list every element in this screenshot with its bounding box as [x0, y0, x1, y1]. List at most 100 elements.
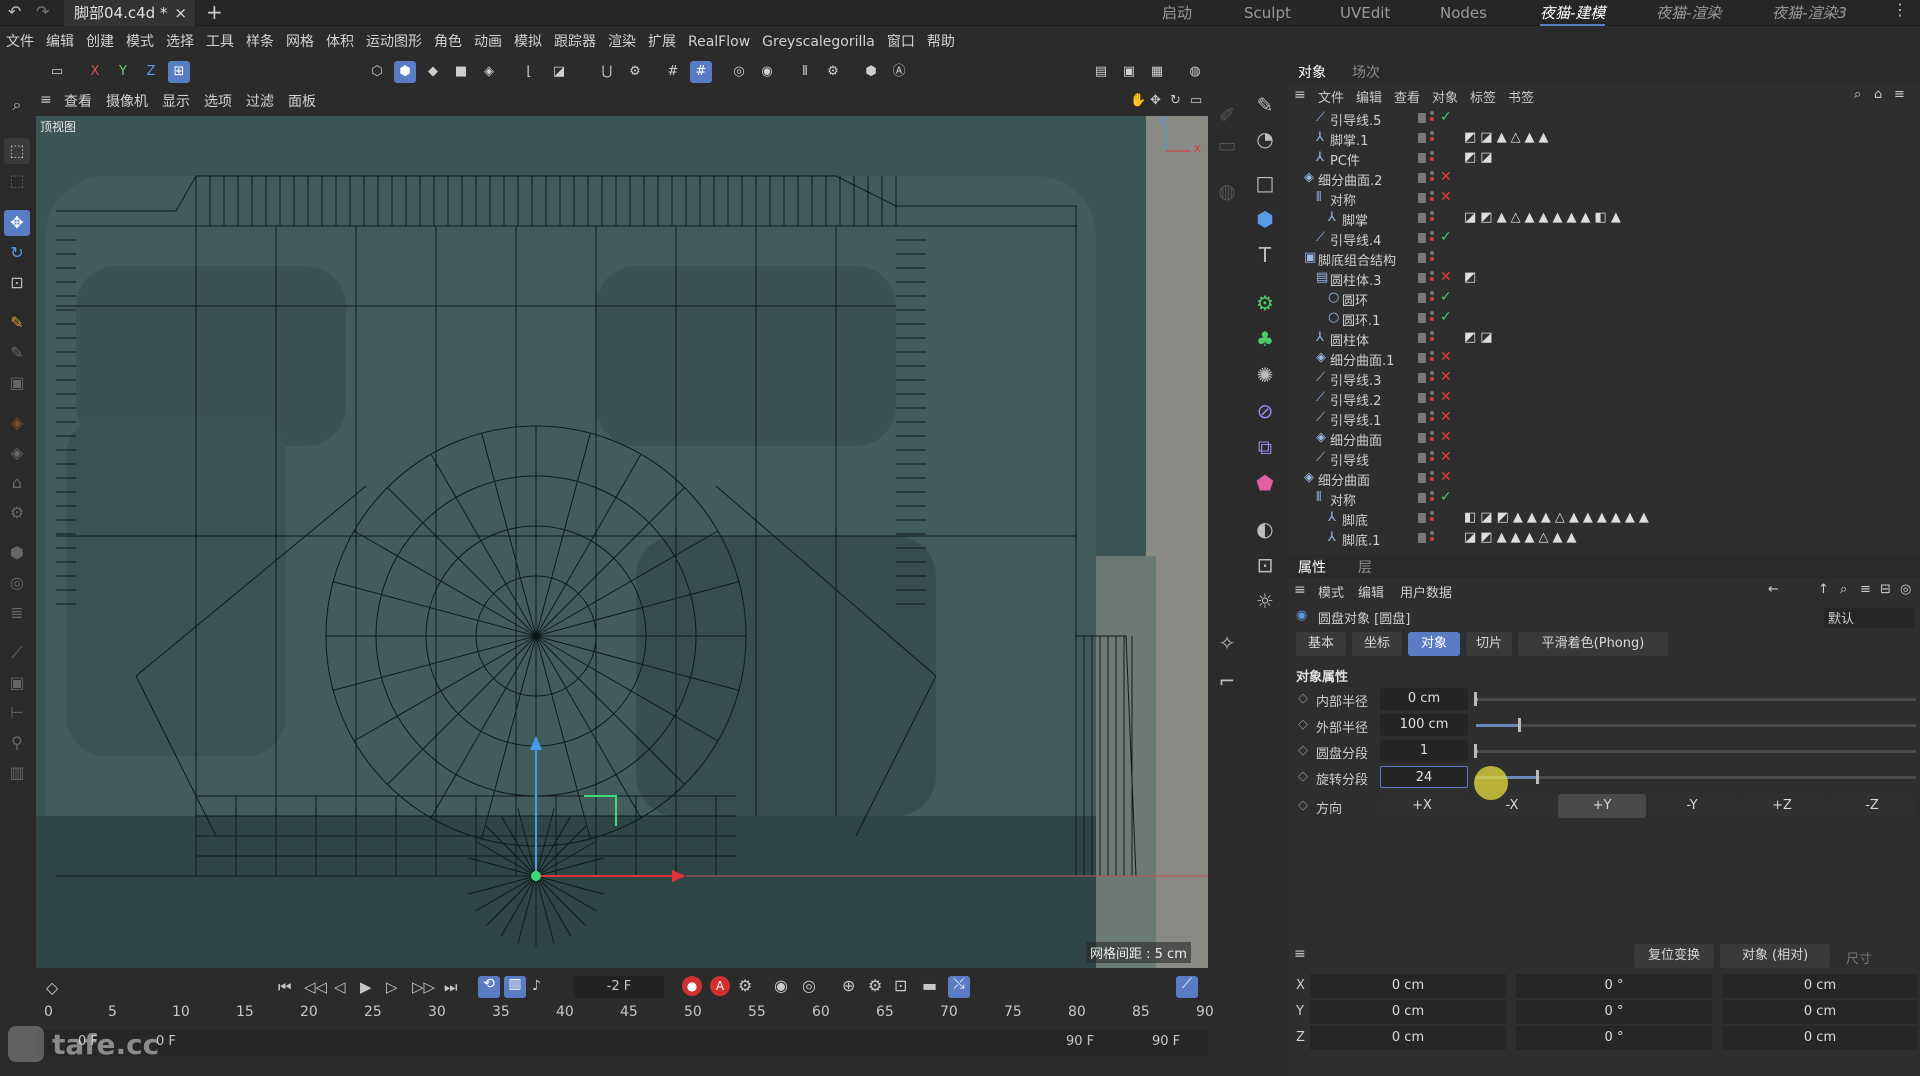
rotate-tool-icon[interactable]: ↻ [4, 240, 30, 266]
object-tags[interactable]: ◧◪◩▲▲▲△▲▲▲▲▲▲ [1464, 510, 1653, 525]
filter-icon[interactable]: ≡ [1894, 87, 1905, 102]
object-row[interactable]: ⅄ 脚掌 ◪◩▲△▲▲▲▲▲◧▲ [1288, 208, 1920, 229]
visibility-dots-icon[interactable] [1430, 431, 1434, 445]
object-row[interactable]: ⅄ 脚底 ◧◪◩▲▲▲△▲▲▲▲▲▲ [1288, 508, 1920, 529]
key-settings-icon[interactable]: ⚙ [738, 976, 752, 995]
param-value-field[interactable]: 0 cm [1380, 688, 1468, 710]
back-arrow-icon[interactable]: ← [1768, 582, 1779, 597]
search-icon[interactable]: ⌕ [1854, 87, 1861, 102]
object-menu-view[interactable]: 查看 [1394, 87, 1420, 106]
enabled-toggle-icon[interactable]: ✕ [1440, 449, 1452, 465]
layout-tab-modeling[interactable]: 夜猫-建模 [1540, 0, 1606, 26]
play-icon[interactable]: ▶ [360, 978, 372, 996]
menu-item-17[interactable]: Greyscalegorilla [756, 27, 881, 57]
object-row[interactable]: ⟋ 引导线.3 ✕ [1288, 368, 1920, 389]
motion-path-icon[interactable]: ⤯ [948, 976, 970, 998]
extrude-tool-icon[interactable]: ◈ [4, 440, 30, 466]
object-menu-tag[interactable]: 标签 [1470, 87, 1496, 106]
coord-size-field[interactable]: 0 cm [1722, 1026, 1918, 1050]
symmetry-icon[interactable]: ◉ [756, 61, 778, 83]
edges-mode-icon[interactable]: ⬢ [394, 61, 416, 83]
layer-color-swatch[interactable] [1418, 473, 1426, 483]
layer-color-swatch[interactable] [1418, 413, 1426, 423]
select-tool-icon[interactable]: ⬚ [4, 138, 30, 164]
up-arrow-icon[interactable]: ↑ [1818, 582, 1829, 597]
environment-icon[interactable]: ◐ [1250, 514, 1280, 544]
render-picture-viewer-icon[interactable]: ▦ [1146, 61, 1168, 83]
lock-icon[interactable]: ⊟ [1880, 582, 1891, 597]
menu-item-14[interactable]: 渲染 [602, 27, 642, 57]
enabled-toggle-icon[interactable]: ✕ [1440, 369, 1452, 385]
object-tags[interactable]: ◩ [1464, 270, 1480, 285]
camera-icon[interactable]: ⊡ [1250, 550, 1280, 580]
attr-subtab-4[interactable]: 平滑着色(Phong) [1518, 632, 1668, 656]
enabled-toggle-icon[interactable]: ✓ [1440, 309, 1452, 325]
visibility-dots-icon[interactable] [1430, 171, 1434, 185]
frame-range-bar[interactable]: 0 F 0 F 90 F 90 F [36, 1030, 1208, 1056]
layout-tab-sculpt[interactable]: Sculpt [1244, 0, 1291, 26]
coordinate-system-icon[interactable]: ▭ [46, 61, 68, 83]
cube-icon[interactable]: ⬢ [1250, 204, 1280, 234]
visibility-dots-icon[interactable] [1430, 371, 1434, 385]
layout-tab-render[interactable]: 夜猫-渲染 [1656, 0, 1721, 26]
field-icon[interactable]: ⧉ [1250, 432, 1280, 462]
layer-color-swatch[interactable] [1418, 253, 1426, 263]
next-frame-icon[interactable]: ▷ [386, 978, 398, 996]
file-tab[interactable]: 脚部04.c4d * × [64, 0, 196, 26]
param-slider-handle[interactable] [1518, 718, 1521, 732]
search-icon[interactable]: ⌕ [4, 92, 30, 118]
menu-item-4[interactable]: 选择 [160, 27, 200, 57]
menu-item-9[interactable]: 运动图形 [360, 27, 428, 57]
brush-tool-icon[interactable]: ✎ [4, 340, 30, 366]
frame-ruler[interactable]: 0 5 10 15 20 25 30 35 40 45 50 55 60 65 70 75 80 85 90 [36, 1002, 1214, 1028]
model-mode-icon[interactable]: ■ [450, 61, 472, 83]
goto-start-icon[interactable]: ⏮ [278, 978, 292, 996]
object-row[interactable]: ⅄ 脚掌.1 ◩◪▲△▲▲ [1288, 128, 1920, 149]
object-row[interactable]: ⟋ 引导线.4 ✓ [1288, 228, 1920, 249]
object-row[interactable]: ⟋ 引导线.5 ✓ [1288, 108, 1920, 129]
param-slider-handle[interactable] [1535, 770, 1539, 784]
object-row[interactable]: ⟋ 引导线.1 ✕ [1288, 408, 1920, 429]
object-row[interactable]: ⅄ 脚底.1 ◪◩▲▲▲△▲▲ [1288, 528, 1920, 548]
layer-color-swatch[interactable] [1418, 153, 1426, 163]
enabled-toggle-icon[interactable]: ✕ [1440, 409, 1452, 425]
orbit-icon[interactable]: ↻ [1170, 93, 1181, 108]
enabled-toggle-icon[interactable]: ✕ [1440, 469, 1452, 485]
clapboard-icon[interactable]: ▤ [1090, 61, 1112, 83]
viewport-menu-options[interactable]: 选项 [198, 87, 238, 117]
direction-button[interactable]: -Y [1648, 794, 1736, 818]
home-icon[interactable]: ⌂ [1874, 87, 1882, 102]
range-end-b[interactable]: 90 F [1152, 1034, 1180, 1049]
coord-rot-field[interactable]: 0 ° [1516, 1000, 1712, 1024]
keyframe-icon[interactable]: ◇ [46, 978, 58, 997]
prev-frame-icon[interactable]: ◁ [334, 978, 346, 996]
coord-pos-field[interactable]: 0 cm [1310, 974, 1506, 998]
menu-item-5[interactable]: 工具 [200, 27, 240, 57]
world-space-icon[interactable]: ⊞ [168, 61, 190, 83]
layout-tab-start[interactable]: 启动 [1162, 0, 1192, 26]
preview-range-icon[interactable]: ▥ [504, 976, 526, 998]
coord-rot-field[interactable]: 0 ° [1516, 1026, 1712, 1050]
layer-color-swatch[interactable] [1418, 353, 1426, 363]
visibility-dots-icon[interactable] [1430, 271, 1434, 285]
attr-hamburger-icon[interactable]: ≡ [1294, 582, 1306, 598]
bridge-tool-icon[interactable]: ⚙ [4, 500, 30, 526]
menu-item-18[interactable]: 窗口 [881, 27, 921, 57]
axis-mode-icon[interactable]: ⌊ [518, 61, 540, 83]
param-keyframe-icon[interactable]: ◇ [1298, 743, 1308, 758]
visibility-dots-icon[interactable] [1430, 151, 1434, 165]
visibility-dots-icon[interactable] [1430, 291, 1434, 305]
y-axis-lock-button[interactable]: Y [112, 61, 134, 83]
light-icon[interactable]: ☼ [1250, 586, 1280, 616]
visibility-dots-icon[interactable] [1430, 131, 1434, 145]
object-row[interactable]: ⅄ 圆柱体 ◩◪ [1288, 328, 1920, 349]
coord-hamburger-icon[interactable]: ≡ [1294, 946, 1306, 962]
deformer-icon[interactable]: ⚙ [822, 61, 844, 83]
move-tool-icon[interactable]: ✥ [4, 210, 30, 236]
tab-objects[interactable]: 对象 [1298, 62, 1326, 82]
new-tab-icon[interactable]: + [206, 0, 223, 24]
menu-item-3[interactable]: 模式 [120, 27, 160, 57]
visibility-dots-icon[interactable] [1430, 451, 1434, 465]
texture-mode-icon[interactable]: ◈ [478, 61, 500, 83]
viewport-menu-camera[interactable]: 摄像机 [100, 87, 154, 117]
